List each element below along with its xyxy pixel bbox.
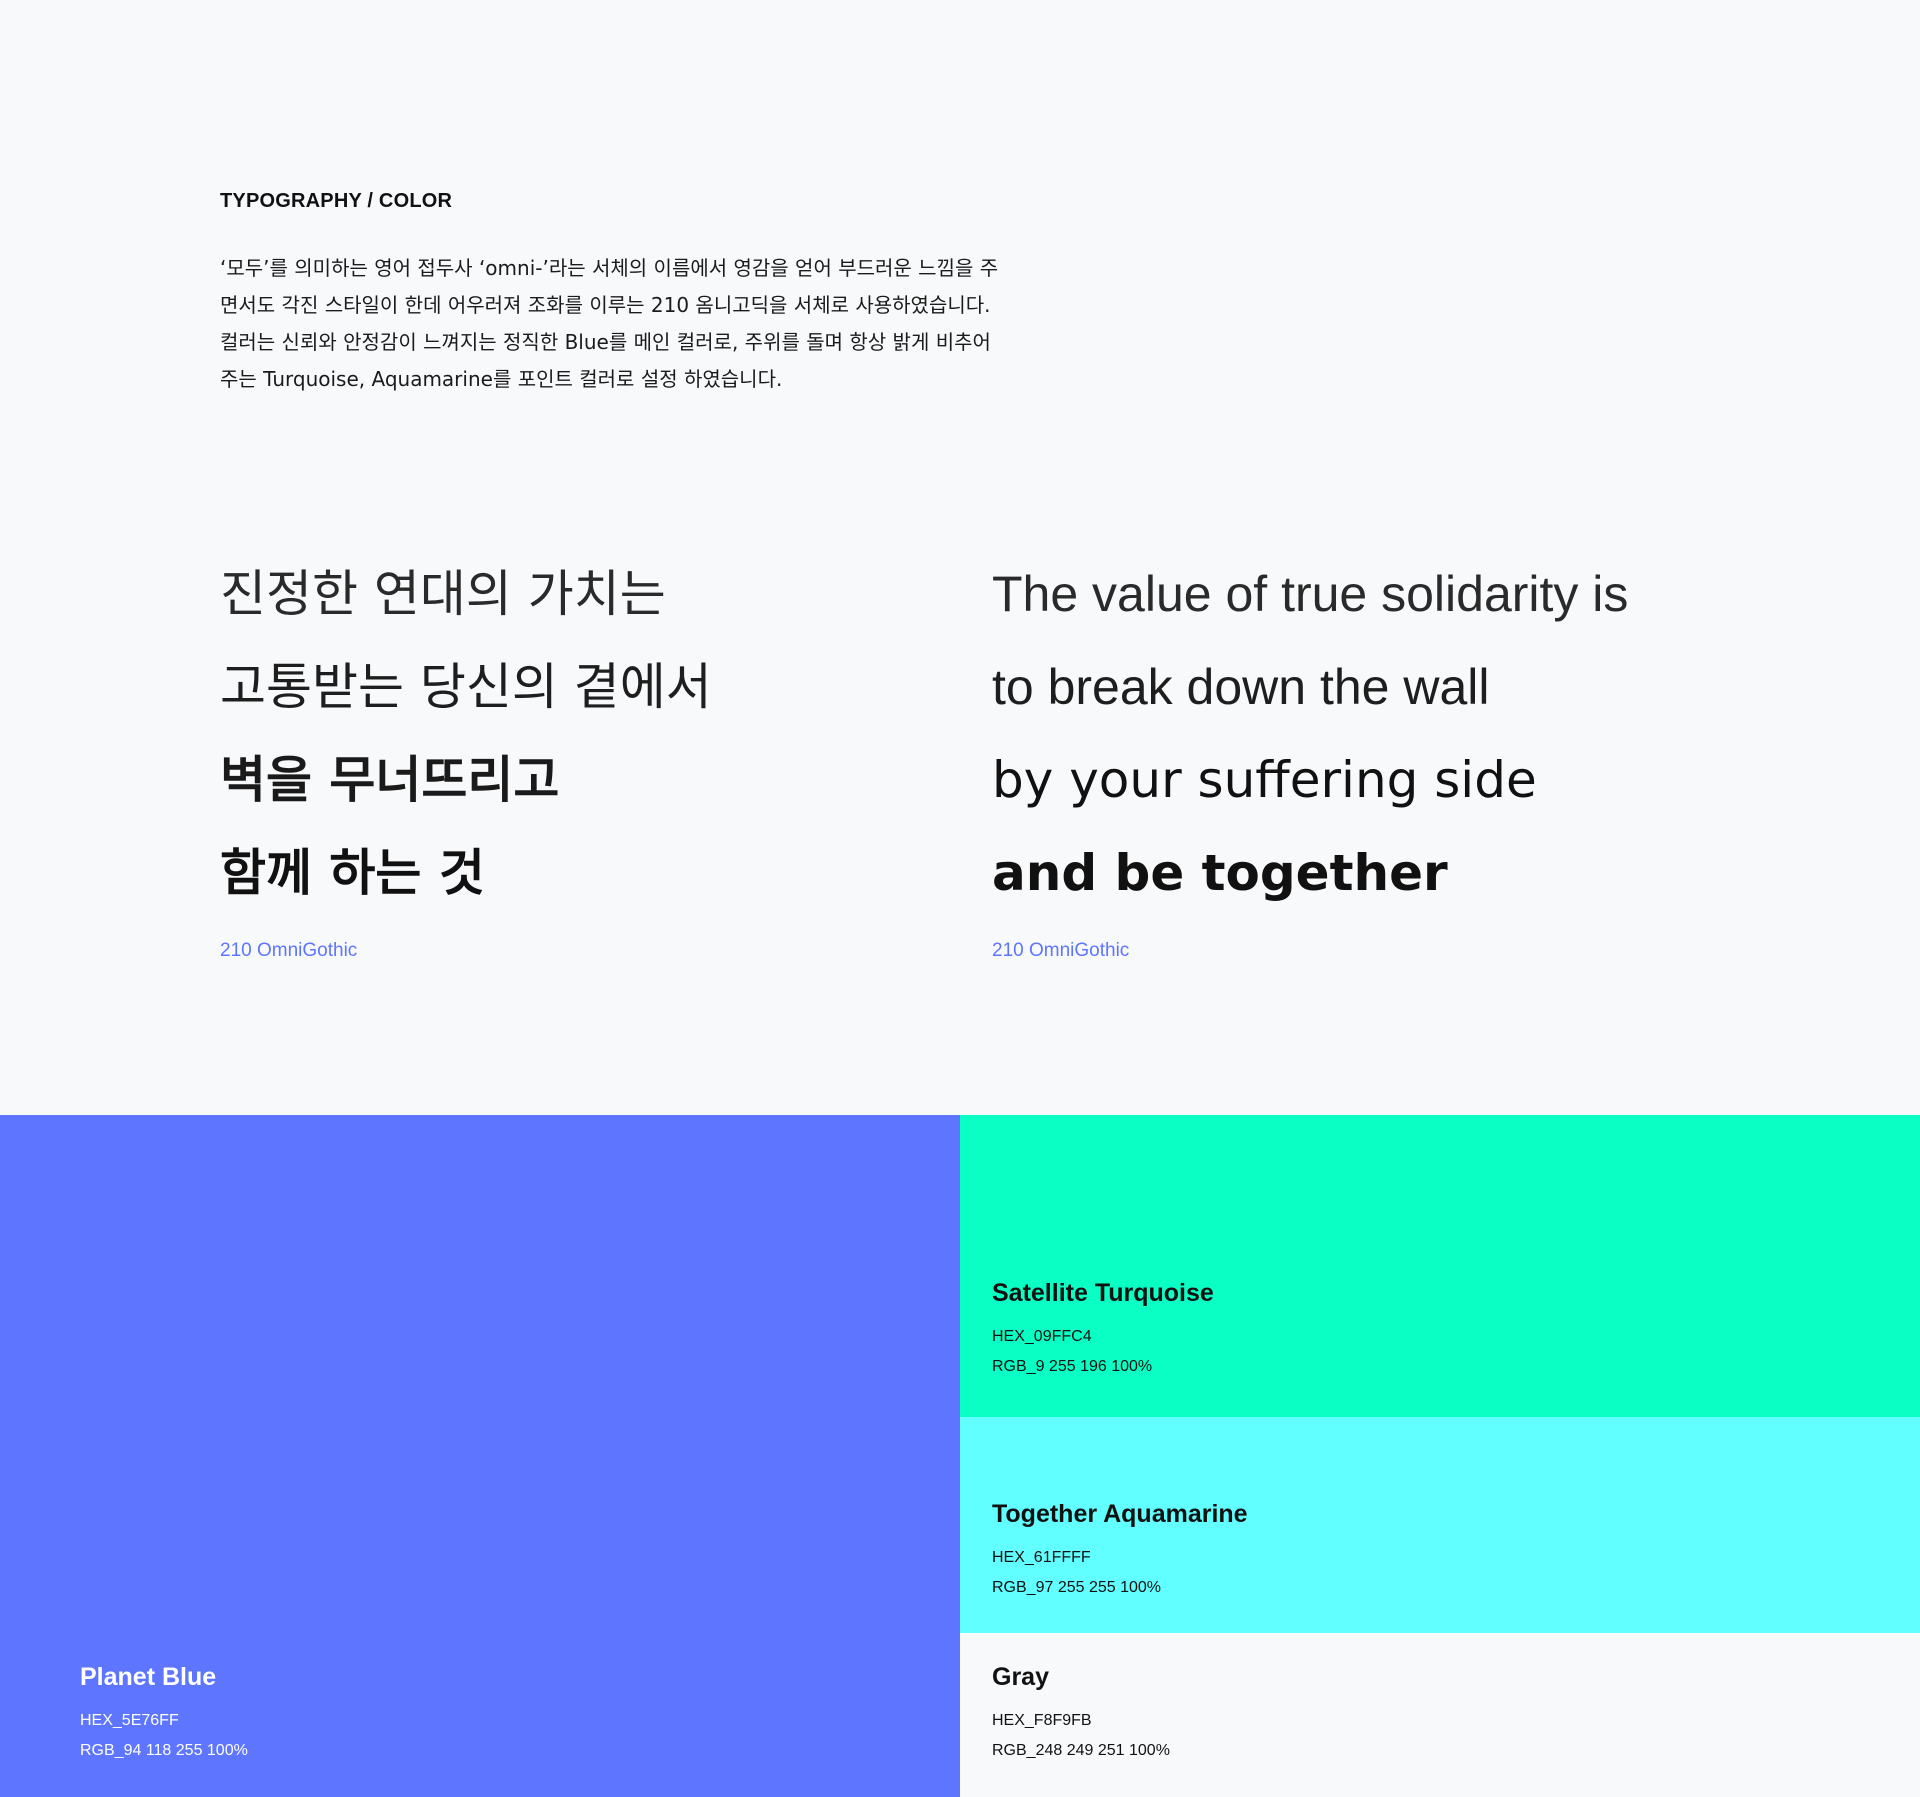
color-rgb: RGB_94 118 255 100% xyxy=(80,1742,248,1759)
specimen-line-regular: to break down the wall xyxy=(992,659,1490,715)
specimen-line-medium: by your suffering side xyxy=(992,751,1537,809)
color-rgb: RGB_9 255 196 100% xyxy=(992,1358,1153,1375)
color-rgb: RGB_97 255 255 100% xyxy=(992,1579,1162,1596)
intro-line: 면서도 각진 스타일이 한데 어우러져 조화를 이루는 210 옴니고딕을 서체… xyxy=(220,293,991,317)
specimen-line-light: 진정한 연대의 가치는 xyxy=(220,565,666,623)
english-type-specimen: The value of true solidarity is to break… xyxy=(992,548,1628,962)
color-name: Planet Blue xyxy=(80,1663,217,1691)
intro-line: 주는 Turquoise, Aquamarine를 포인트 컬러로 설정 하였습… xyxy=(220,367,783,391)
color-hex: HEX_5E76FF xyxy=(80,1712,179,1729)
color-swatch-planet-blue: Planet Blue HEX_5E76FF RGB_94 118 255 10… xyxy=(0,1115,960,1797)
specimen-line-regular: 고통받는 당신의 곁에서 xyxy=(220,658,712,716)
specimen-line-bold: and be together xyxy=(992,844,1448,902)
intro-line: 컬러는 신뢰와 안정감이 느껴지는 정직한 Blue를 메인 컬러로, 주위를 … xyxy=(220,330,991,354)
color-rgb: RGB_248 249 251 100% xyxy=(992,1742,1170,1759)
color-hex: HEX_09FFC4 xyxy=(992,1328,1092,1345)
color-swatch-together-aquamarine: Together Aquamarine HEX_61FFFF RGB_97 25… xyxy=(960,1417,1920,1633)
specimen-line-light: The value of true solidarity is xyxy=(992,566,1629,622)
font-name-label: 210 OmniGothic xyxy=(992,940,1130,961)
korean-type-specimen: 진정한 연대의 가치는 고통받는 당신의 곁에서 벽을 무너뜨리고 함께 하는 … xyxy=(220,548,712,962)
font-name-label: 210 OmniGothic xyxy=(220,940,358,961)
specimen-line-bold: 함께 하는 것 xyxy=(220,844,485,902)
color-swatch-gray: Gray HEX_F8F9FB RGB_248 249 251 100% xyxy=(960,1633,1920,1797)
color-name: Gray xyxy=(992,1663,1049,1691)
color-swatch-satellite-turquoise: Satellite Turquoise HEX_09FFC4 RGB_9 255… xyxy=(960,1115,1920,1417)
specimen-line-medium: 벽을 무너뜨리고 xyxy=(220,751,560,809)
color-name: Together Aquamarine xyxy=(992,1500,1248,1528)
intro-line: ‘모두’를 의미하는 영어 접두사 ‘omni-’라는 서체의 이름에서 영감을… xyxy=(220,256,999,280)
color-hex: HEX_61FFFF xyxy=(992,1549,1091,1566)
color-name: Satellite Turquoise xyxy=(992,1279,1214,1307)
section-heading: TYPOGRAPHY / COLOR xyxy=(220,190,453,212)
intro-paragraph: ‘모두’를 의미하는 영어 접두사 ‘omni-’라는 서체의 이름에서 영감을… xyxy=(220,250,1040,398)
color-hex: HEX_F8F9FB xyxy=(992,1712,1092,1729)
